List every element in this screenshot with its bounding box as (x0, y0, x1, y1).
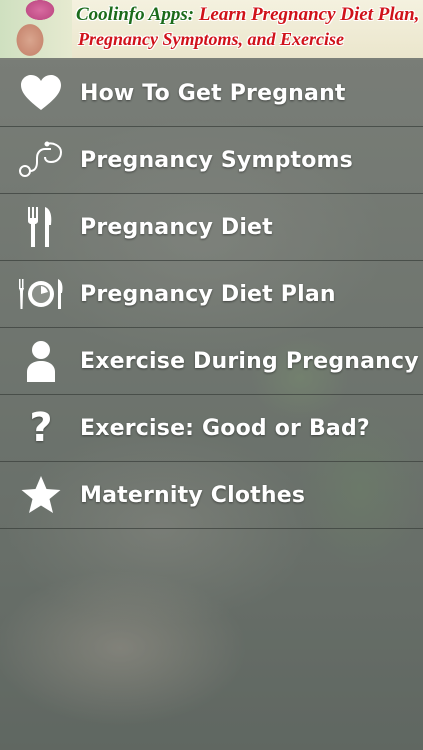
menu-item-exercise-good-or-bad[interactable]: ? Exercise: Good or Bad? (0, 395, 423, 462)
menu-item-maternity-clothes[interactable]: Maternity Clothes (0, 462, 423, 529)
clock-plate-icon (10, 261, 72, 327)
menu-item-label: Exercise During Pregnancy (80, 348, 419, 374)
menu-item-label: Exercise: Good or Bad? (80, 415, 370, 441)
person-icon (10, 328, 72, 394)
banner-title-line2: Pregnancy Symptoms, and Exercise (78, 29, 344, 49)
menu-item-exercise-during-pregnancy[interactable]: Exercise During Pregnancy (0, 328, 423, 395)
menu-item-pregnancy-diet[interactable]: Pregnancy Diet (0, 194, 423, 261)
pregnant-woman-image (0, 0, 72, 58)
question-icon: ? (10, 395, 72, 461)
menu-item-label: Pregnancy Symptoms (80, 147, 353, 173)
star-icon (10, 462, 72, 528)
fork-knife-icon (10, 194, 72, 260)
banner-brand: Coolinfo Apps: (76, 4, 195, 25)
app-banner[interactable]: Coolinfo Apps: Learn Pregnancy Diet Plan… (0, 0, 423, 60)
banner-title-line1: Learn Pregnancy Diet Plan, (198, 4, 420, 25)
menu-item-pregnancy-symptoms[interactable]: Pregnancy Symptoms (0, 127, 423, 194)
menu-item-label: Pregnancy Diet (80, 214, 273, 240)
question-glyph: ? (29, 405, 53, 451)
heart-icon (10, 60, 72, 126)
menu-item-label: How To Get Pregnant (80, 80, 346, 106)
main-menu: How To Get Pregnant Pregnancy Symptoms P… (0, 60, 423, 529)
menu-item-label: Maternity Clothes (80, 482, 306, 508)
banner-title: Coolinfo Apps: Learn Pregnancy Diet Plan… (76, 3, 421, 51)
menu-item-label: Pregnancy Diet Plan (80, 281, 336, 307)
menu-item-pregnancy-diet-plan[interactable]: Pregnancy Diet Plan (0, 261, 423, 328)
stethoscope-icon (10, 127, 72, 193)
menu-item-how-to-get-pregnant[interactable]: How To Get Pregnant (0, 60, 423, 127)
